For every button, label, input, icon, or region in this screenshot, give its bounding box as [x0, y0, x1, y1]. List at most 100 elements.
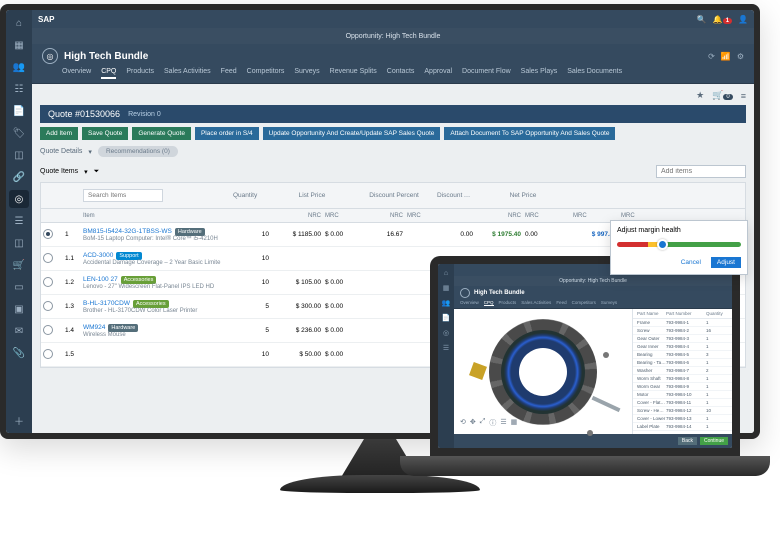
grid-icon[interactable]: ▦ — [511, 418, 518, 428]
cart-icon[interactable]: 🛒 — [9, 256, 29, 274]
part-row[interactable]: Washer793-9984-72 — [633, 367, 732, 375]
generate-quote-button[interactable]: Generate Quote — [132, 127, 191, 140]
tag-icon[interactable]: 🏷 — [9, 124, 29, 142]
part-row[interactable]: Motor793-9984-101 — [633, 391, 732, 399]
zoom-icon[interactable]: ⤢ — [480, 418, 486, 428]
add-icon[interactable]: ＋ — [9, 411, 29, 429]
filter-icon[interactable]: ⏷ — [94, 168, 100, 176]
search-items-input[interactable] — [83, 189, 163, 202]
org-icon[interactable]: ☷ — [9, 80, 29, 98]
tab-sales-activities[interactable]: Sales Activities — [521, 300, 551, 306]
rotate-icon[interactable]: ⟲ — [460, 418, 466, 428]
part-row[interactable]: Screw793-9984-216 — [633, 327, 732, 335]
part-row[interactable]: Worm Shaft793-9984-81 — [633, 375, 732, 383]
chevron-down-icon[interactable]: ▾ — [84, 168, 88, 176]
home-icon[interactable]: ⌂ — [9, 14, 29, 32]
tab-sales-plays[interactable]: Sales Plays — [521, 66, 558, 79]
tab-contacts[interactable]: Contacts — [387, 66, 415, 79]
cart-icon-small[interactable]: 🛒0 — [712, 90, 733, 101]
continue-button[interactable]: Continue — [700, 437, 728, 445]
mail-icon[interactable]: ✉ — [9, 322, 29, 340]
row-radio[interactable] — [43, 253, 53, 263]
part-row[interactable]: Cover - Flat Upper793-9984-111 — [633, 399, 732, 407]
target-icon[interactable]: ◎ — [9, 190, 29, 208]
tab-document-flow[interactable]: Document Flow — [462, 66, 511, 79]
people-icon[interactable]: 👥 — [440, 297, 452, 309]
slider-handle[interactable] — [657, 239, 668, 250]
tab-cpq[interactable]: CPQ — [484, 300, 494, 306]
tab-surveys[interactable]: Surveys — [294, 66, 319, 79]
chart-icon[interactable]: ◫ — [9, 234, 29, 252]
tab-feed[interactable]: Feed — [221, 66, 237, 79]
tab-surveys[interactable]: Surveys — [601, 300, 617, 306]
row-radio[interactable] — [43, 325, 53, 335]
calendar-icon[interactable]: ▦ — [440, 282, 452, 294]
part-row[interactable]: Gear Inner793-9984-41 — [633, 343, 732, 351]
adjust-button[interactable]: Adjust — [711, 257, 741, 268]
target-icon[interactable]: ◎ — [440, 327, 452, 339]
search-icon[interactable]: 🔍 — [697, 15, 707, 24]
add-items-input[interactable] — [656, 165, 746, 178]
pan-icon[interactable]: ✥ — [470, 418, 476, 428]
tab-approval[interactable]: Approval — [424, 66, 452, 79]
link-icon[interactable]: 🔗 — [9, 168, 29, 186]
tab-products[interactable]: Products — [126, 66, 154, 79]
add-item-button[interactable]: Add Item — [40, 127, 78, 140]
save-quote-button[interactable]: Save Quote — [82, 127, 128, 140]
row-radio[interactable] — [43, 349, 53, 359]
row-radio[interactable] — [43, 229, 53, 239]
cube-icon[interactable]: ▣ — [9, 300, 29, 318]
tab-sales-activities[interactable]: Sales Activities — [164, 66, 211, 79]
part-row[interactable]: Frame793-9984-11 — [633, 319, 732, 327]
folder-icon[interactable]: ▭ — [9, 278, 29, 296]
people-icon[interactable]: 👥 — [9, 58, 29, 76]
clip-icon[interactable]: 📎 — [9, 344, 29, 362]
back-button[interactable]: Back — [678, 437, 697, 445]
attach-document-button[interactable]: Attach Document To SAP Opportunity And S… — [444, 127, 615, 140]
part-row[interactable]: Worm Gear793-9984-91 — [633, 383, 732, 391]
product-name[interactable]: LEN-100 27 — [83, 276, 118, 283]
part-row[interactable]: Label Plate793-9984-141 — [633, 423, 732, 431]
tab-overview[interactable]: Overview — [62, 66, 91, 79]
product-name[interactable]: WM924 — [83, 324, 105, 331]
product-name[interactable]: BM815-I5424-32G-1TBSS-WS — [83, 228, 172, 235]
row-radio[interactable] — [43, 301, 53, 311]
info-icon[interactable]: ⓘ — [489, 418, 496, 428]
refresh-icon[interactable]: ⟳ — [708, 52, 715, 61]
recommendations-pill[interactable]: Recommendations (0) — [98, 146, 178, 157]
margin-slider[interactable] — [617, 242, 741, 247]
product-name[interactable]: B-HL-3170CDW — [83, 300, 130, 307]
rss-icon[interactable]: 📶 — [721, 52, 731, 61]
tab-competitors[interactable]: Competitors — [247, 66, 285, 79]
doc-icon[interactable]: 📄 — [440, 312, 452, 324]
list-icon[interactable]: ☰ — [9, 212, 29, 230]
home-icon[interactable]: ⌂ — [440, 267, 452, 279]
tab-overview[interactable]: Overview — [460, 300, 479, 306]
tab-products[interactable]: Products — [499, 300, 517, 306]
list-icon[interactable]: ☰ — [440, 342, 452, 354]
revision-label[interactable]: Revision 0 — [128, 111, 161, 118]
update-opportunity-button[interactable]: Update Opportunity And Create/Update SAP… — [263, 127, 441, 140]
settings-icon[interactable]: ⚙ — [737, 52, 744, 61]
menu-icon[interactable]: ≡ — [741, 91, 746, 101]
product-name[interactable]: ACD-3000 — [83, 252, 113, 259]
part-row[interactable]: Gear Outer793-9984-31 — [633, 335, 732, 343]
cancel-button[interactable]: Cancel — [675, 257, 707, 268]
box-icon[interactable]: ◫ — [9, 146, 29, 164]
part-row[interactable]: Bearing - Tapered793-9984-61 — [633, 359, 732, 367]
tab-sales-documents[interactable]: Sales Documents — [567, 66, 622, 79]
tab-competitors[interactable]: Competitors — [572, 300, 596, 306]
layers-icon[interactable]: ☰ — [500, 418, 506, 428]
bell-icon[interactable]: 🔔1 — [713, 15, 732, 24]
row-radio[interactable] — [43, 277, 53, 287]
tab-cpq[interactable]: CPQ — [101, 66, 116, 79]
tab-revenue-splits[interactable]: Revenue Splits — [330, 66, 377, 79]
place-order-button[interactable]: Place order in S/4 — [195, 127, 259, 140]
tab-feed[interactable]: Feed — [556, 300, 566, 306]
part-row[interactable]: Cover - Lower793-9984-131 — [633, 415, 732, 423]
user-icon[interactable]: 👤 — [738, 15, 748, 24]
star-icon[interactable]: ★ — [696, 90, 704, 101]
quote-details-label[interactable]: Quote Details — [40, 148, 82, 155]
part-row[interactable]: Screw - Hex Head793-9984-1210 — [633, 407, 732, 415]
part-row[interactable]: Bearing793-9984-53 — [633, 351, 732, 359]
